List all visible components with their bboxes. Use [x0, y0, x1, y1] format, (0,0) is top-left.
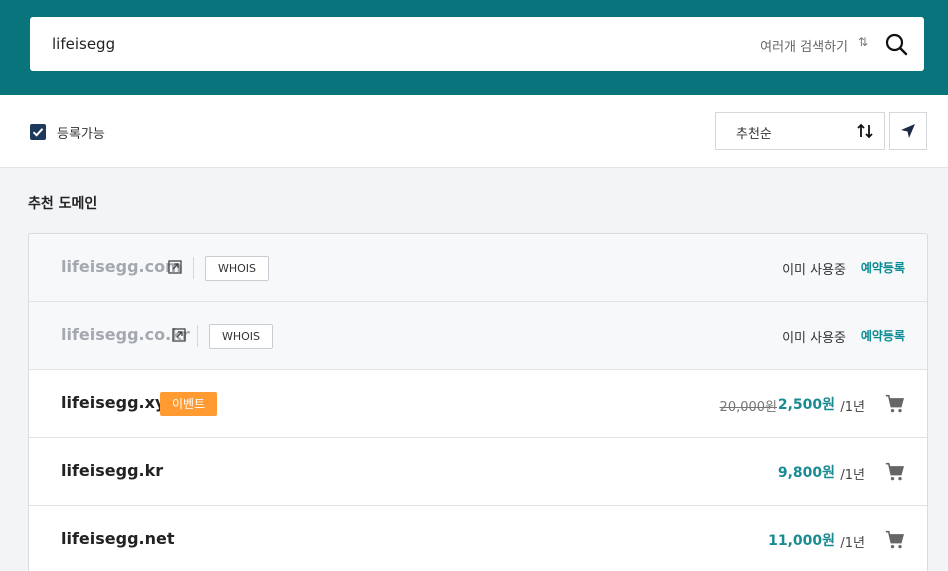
whois-button[interactable]: WHOIS [205, 256, 270, 281]
available-only-label[interactable]: 등록가능 [57, 123, 105, 142]
original-price: 20,000원 [719, 400, 777, 415]
cart-icon[interactable] [885, 462, 905, 482]
section-title: 추천 도메인 [28, 196, 98, 212]
whois-button[interactable]: WHOIS [209, 324, 274, 349]
domain-list: lifeisegg.com WHOIS 이미 사용중 예약등록 lifeiseg… [28, 233, 928, 571]
search-header: 여러개 검색하기 ⇅ [0, 0, 948, 95]
price: 9,800원 [777, 465, 835, 481]
search-box: 여러개 검색하기 ⇅ [30, 17, 924, 71]
filter-bar: 등록가능 추천순 [0, 95, 948, 168]
multi-search-toggle[interactable]: 여러개 검색하기 [760, 36, 848, 55]
check-icon [32, 128, 44, 137]
domain-name: lifeisegg.co.kr [61, 325, 190, 344]
sort-arrows-icon [857, 123, 873, 139]
sort-dropdown[interactable]: 추천순 [715, 112, 885, 150]
cart-icon[interactable] [885, 394, 905, 414]
domain-search-input[interactable] [52, 32, 652, 56]
domain-row: lifeisegg.kr 9,800원 /1년 [29, 438, 927, 506]
reserve-link[interactable]: 예약등록 [861, 327, 905, 344]
domain-row: lifeisegg.com WHOIS 이미 사용중 예약등록 [29, 234, 927, 302]
event-badge: 이벤트 [160, 392, 217, 416]
swap-icon[interactable]: ⇅ [858, 35, 868, 49]
sort-selected-value: 추천순 [736, 127, 772, 142]
domain-name: lifeisegg.com [61, 257, 182, 276]
period: /1년 [840, 468, 865, 483]
period: /1년 [840, 400, 865, 415]
price: 11,000원 [768, 533, 835, 549]
status-text: 이미 사용중 [782, 263, 846, 278]
price: 2,500원 [777, 397, 835, 413]
domain-name: lifeisegg.net [61, 529, 175, 548]
share-button[interactable] [889, 112, 927, 150]
domain-row: lifeisegg.net 11,000원 /1년 [29, 506, 927, 571]
reserve-link[interactable]: 예약등록 [861, 259, 905, 276]
period: /1년 [840, 536, 865, 551]
available-only-checkbox[interactable] [30, 124, 46, 140]
search-icon[interactable] [884, 32, 908, 56]
status-text: 이미 사용중 [782, 331, 846, 346]
divider [197, 325, 198, 347]
cart-icon[interactable] [885, 530, 905, 550]
domain-name: lifeisegg.kr [61, 461, 164, 480]
external-link-icon[interactable] [168, 260, 182, 274]
external-link-icon[interactable] [172, 328, 186, 342]
domain-name: lifeisegg.xyz [61, 393, 175, 412]
domain-row: lifeisegg.xyz 이벤트 20,000원 2,500원 /1년 [29, 370, 927, 438]
divider [193, 257, 194, 279]
domain-row: lifeisegg.co.kr WHOIS 이미 사용중 예약등록 [29, 302, 927, 370]
send-icon [901, 124, 915, 138]
